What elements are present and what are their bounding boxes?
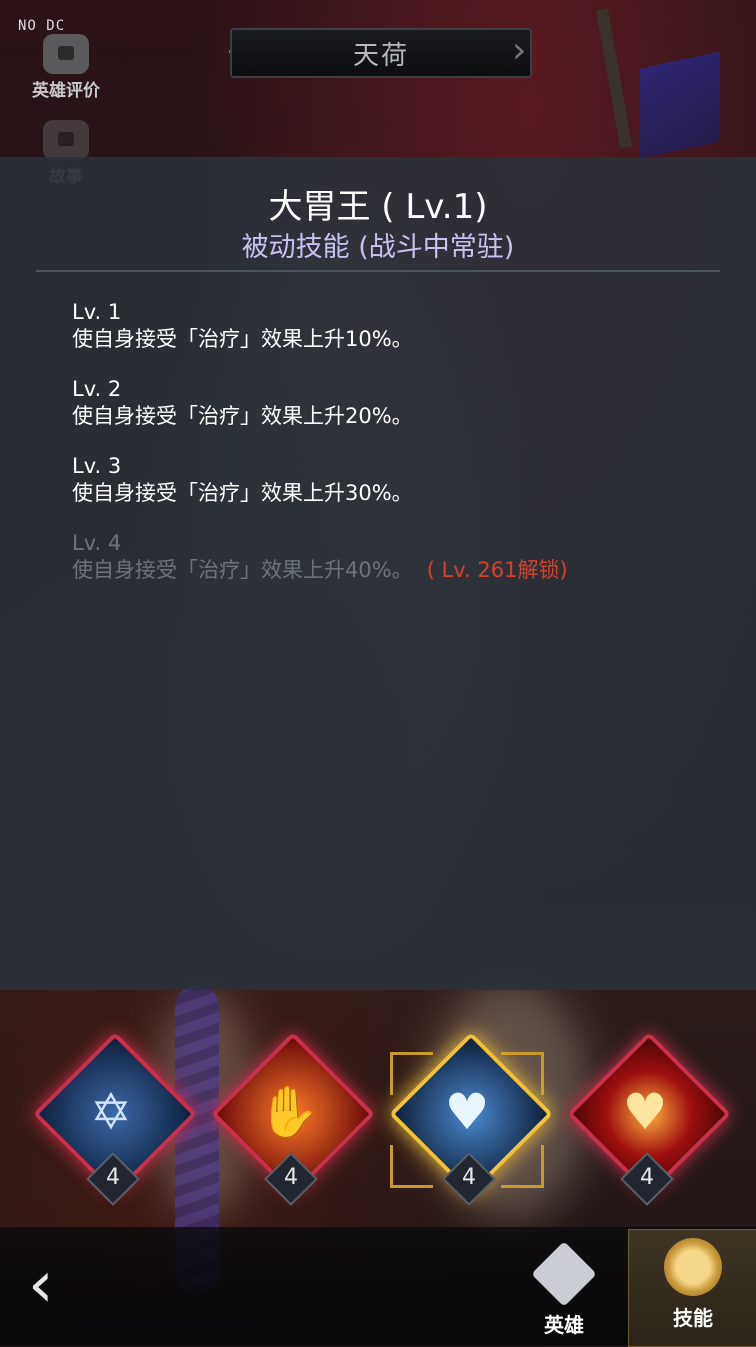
spear-pole [595, 8, 633, 148]
hero-name: 天荷 [352, 40, 409, 71]
skill-level: 4 [462, 1165, 476, 1190]
shield-star-icon: ✡ [90, 1083, 132, 1141]
level-entry: Lv. 1 使自身接受「治疗」效果上升10%。 [72, 299, 732, 353]
hero-rating-button[interactable]: 英雄评价 [24, 34, 108, 101]
skill-level: 4 [640, 1165, 654, 1190]
level-entry-locked: Lv. 4 使自身接受「治疗」效果上升40%。 ( Lv. 261解锁) [72, 530, 732, 584]
tab-skill-active[interactable]: 技能 [628, 1229, 756, 1347]
tab-skill-label: 技能 [673, 1306, 713, 1330]
debug-label: NO DC [18, 18, 66, 34]
skill-title: 大胃王 ( Lv.1) [268, 187, 488, 227]
flame-hand-icon: ✋ [257, 1083, 321, 1141]
level-desc: 使自身接受「治疗」效果上升20%。 [72, 404, 413, 428]
level-label: Lv. 1 [72, 300, 122, 324]
skill-slot-4[interactable]: ♥ 4 [560, 1031, 732, 1210]
hero-name-banner: 天荷 [230, 28, 532, 78]
skill-level: 4 [106, 1165, 120, 1190]
level-label: Lv. 4 [72, 531, 122, 555]
skill-slot-3-selected[interactable]: ♥ 4 [382, 1031, 554, 1210]
skill-slot-2[interactable]: ✋ 4 [204, 1031, 376, 1210]
level-entry: Lv. 2 使自身接受「治疗」效果上升20%。 [72, 376, 732, 430]
skill-icon-row: ✡ 4 ✋ 4 ♥ 4 ♥ 4 [0, 1031, 756, 1210]
book-icon [43, 120, 89, 160]
unlock-requirement: ( Lv. 261解锁) [426, 558, 568, 582]
hero-rating-label: 英雄评价 [32, 81, 100, 101]
helmet-icon [531, 1241, 597, 1307]
chat-bubble-icon [43, 34, 89, 74]
heart-glow-icon: ♥ [622, 1083, 668, 1141]
flag [640, 51, 720, 159]
level-desc: 使自身接受「治疗」效果上升10%。 [72, 327, 413, 351]
next-hero-arrow-icon[interactable]: › [512, 30, 530, 72]
skill-detail-panel: 大胃王 ( Lv.1) 被动技能 (战斗中常驻) Lv. 1 使自身接受「治疗」… [0, 157, 756, 990]
level-desc: 使自身接受「治疗」效果上升30%。 [72, 481, 413, 505]
skill-type: 被动技能 (战斗中常驻) [241, 232, 515, 263]
tab-hero-label: 英雄 [544, 1313, 584, 1337]
level-label: Lv. 3 [72, 454, 122, 478]
level-desc: 使自身接受「治疗」效果上升40%。 [72, 558, 413, 582]
level-entry: Lv. 3 使自身接受「治疗」效果上升30%。 [72, 453, 732, 507]
skill-slot-1[interactable]: ✡ 4 [26, 1031, 198, 1210]
skill-level: 4 [284, 1165, 298, 1190]
level-label: Lv. 2 [72, 377, 122, 401]
tab-hero[interactable]: 英雄 [514, 1237, 614, 1337]
heart-plus-icon: ♥ [444, 1083, 490, 1141]
back-arrow-icon[interactable]: ‹ [28, 1253, 78, 1317]
bottom-nav-bar: ‹ 英雄 技能 [0, 1227, 756, 1347]
divider [36, 270, 720, 272]
level-desc-row: 使自身接受「治疗」效果上升40%。 ( Lv. 261解锁) [72, 556, 732, 584]
skill-emblem-icon [664, 1238, 722, 1296]
skill-level-list: Lv. 1 使自身接受「治疗」效果上升10%。 Lv. 2 使自身接受「治疗」效… [72, 299, 732, 607]
